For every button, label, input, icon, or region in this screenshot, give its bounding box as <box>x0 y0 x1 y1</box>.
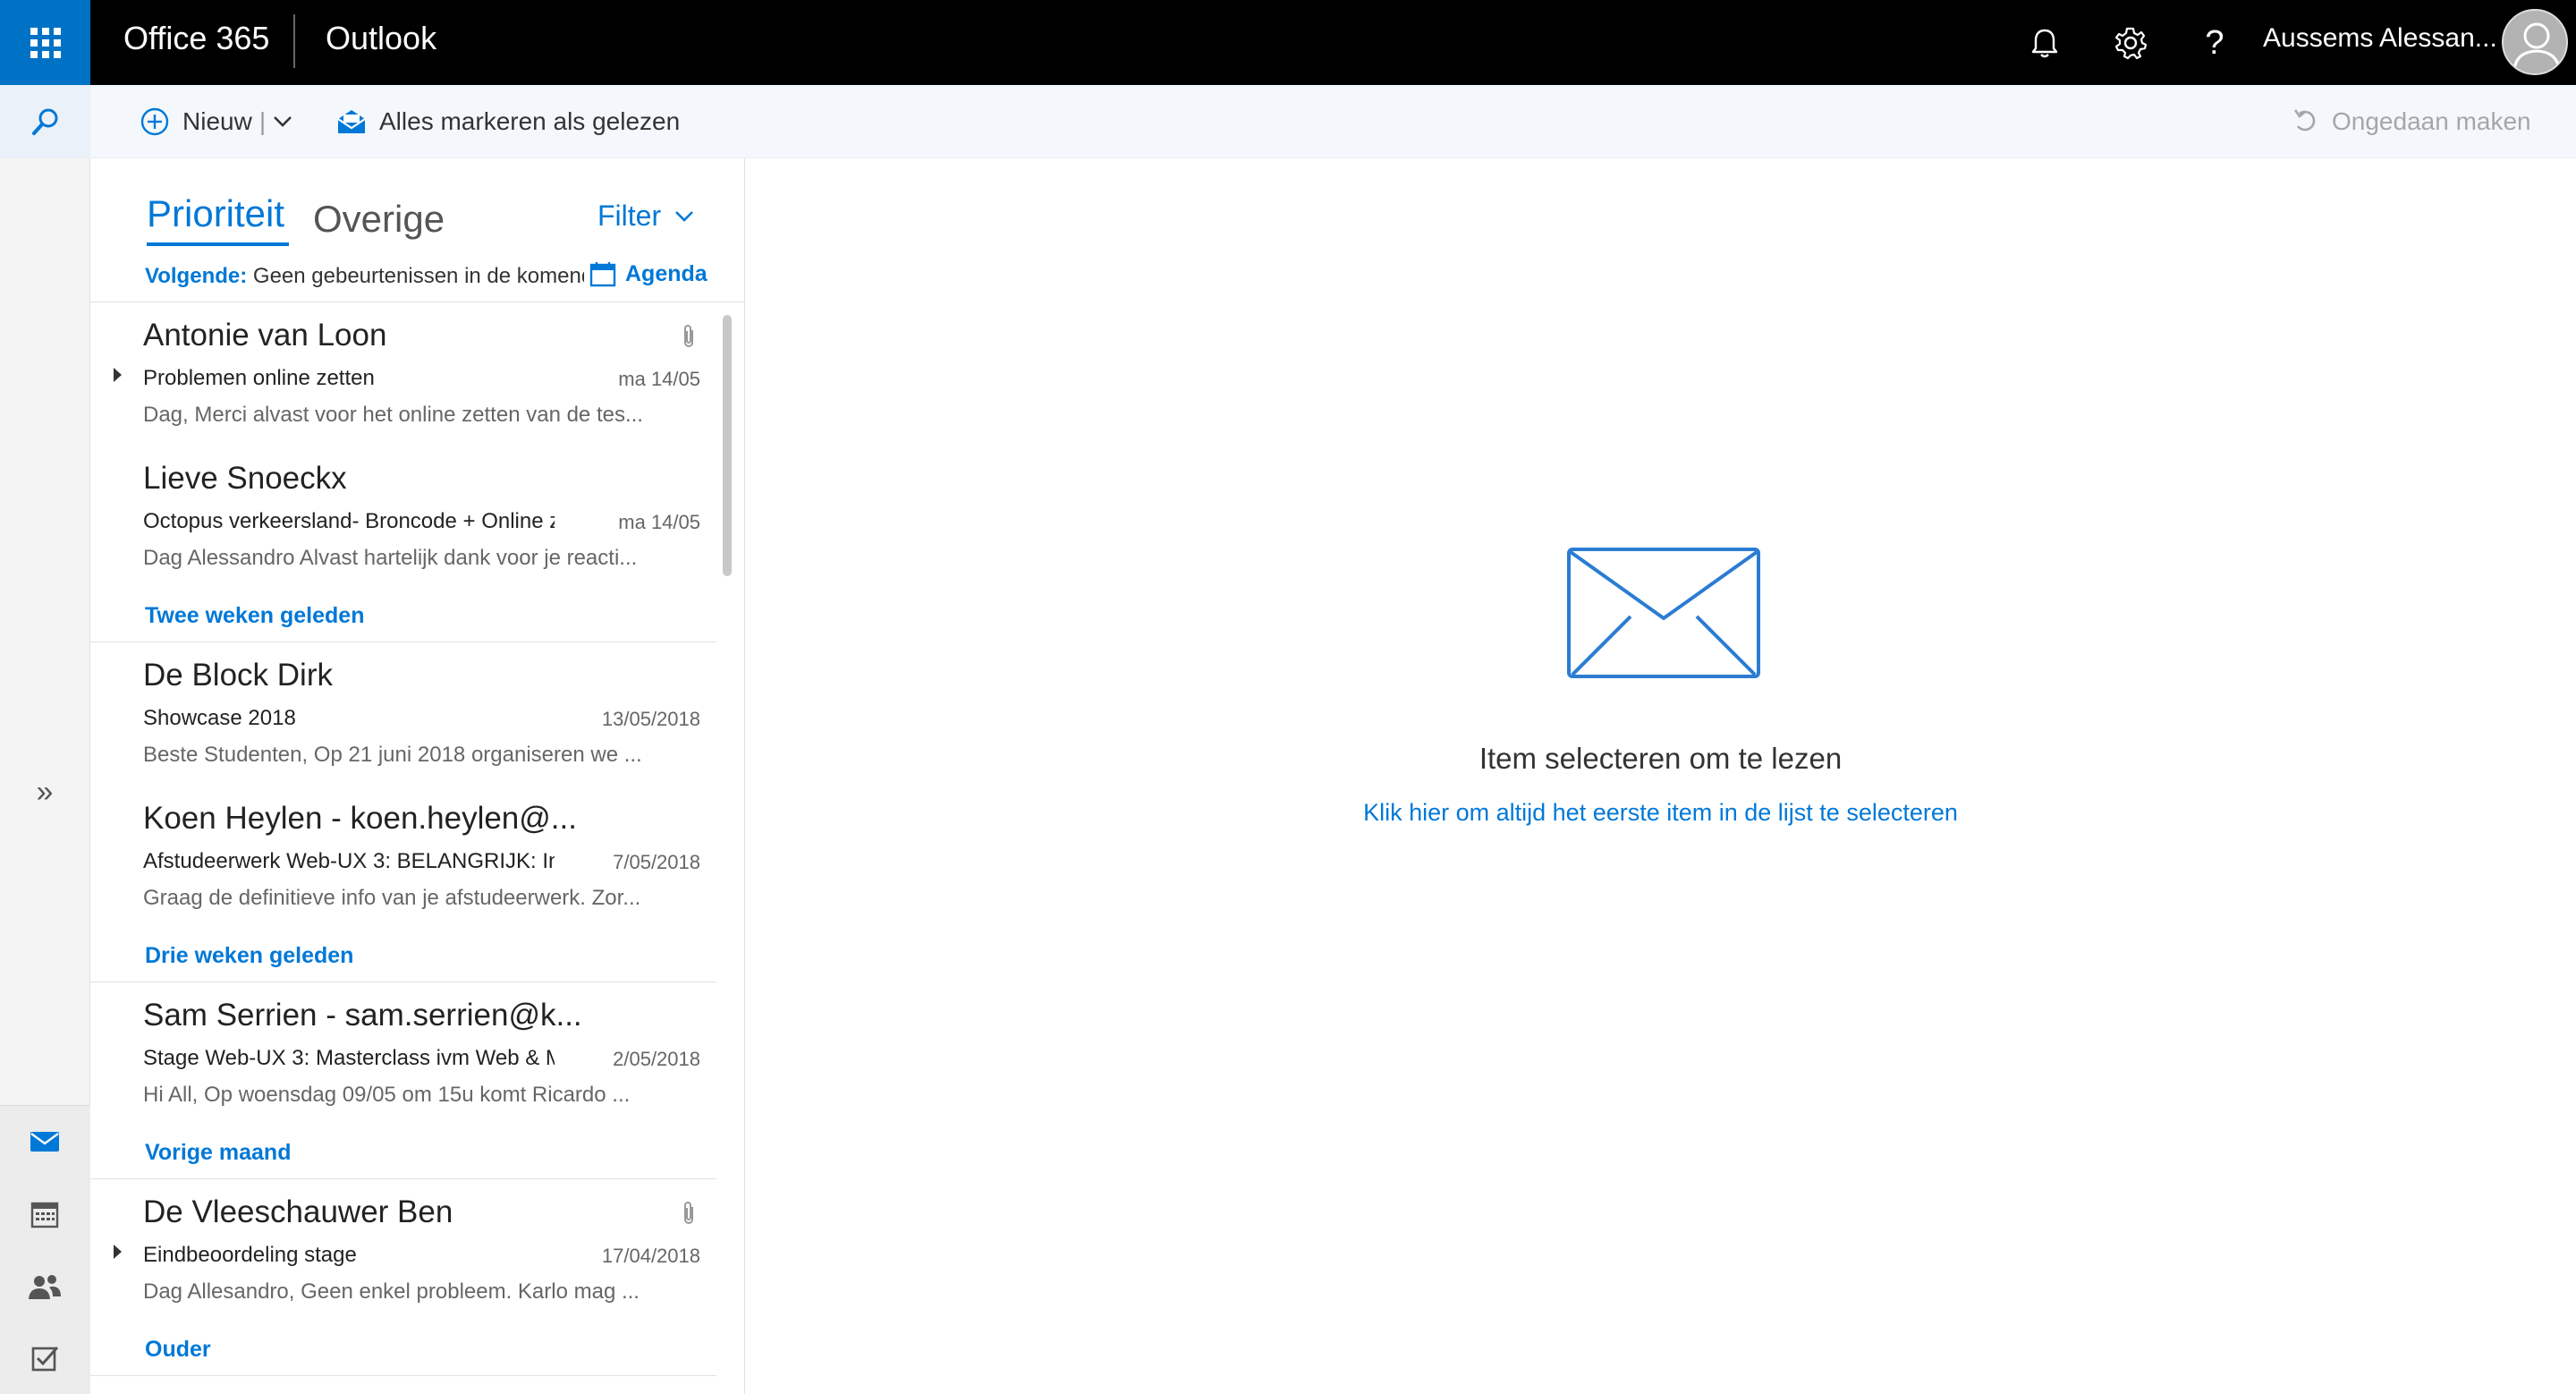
search-button[interactable] <box>0 85 90 158</box>
mail-module-button[interactable] <box>22 1119 67 1164</box>
mail-icon <box>30 1132 59 1152</box>
people-module-button[interactable] <box>22 1264 67 1309</box>
agenda-button[interactable]: Agenda <box>584 260 708 287</box>
chevron-down-icon[interactable] <box>273 115 292 128</box>
new-message-label: Nieuw <box>182 107 252 135</box>
top-bar: Office 365 Outlook ? Aussems Alessan... <box>0 0 2576 85</box>
filter-label: Filter <box>597 200 662 232</box>
calendar-icon <box>30 1202 59 1228</box>
message-sender: De Block Dirk <box>143 658 333 693</box>
message-date: ma 14/05 <box>618 368 700 390</box>
message-item[interactable]: De Block Dirk Showcase 2018 13/05/2018 B… <box>90 643 716 786</box>
message-sender: Lieve Snoeckx <box>143 461 347 496</box>
message-date: 2/05/2018 <box>613 1048 700 1070</box>
message-item[interactable]: De Vleeschauwer Ben Eindbeoordeling stag… <box>90 1180 716 1323</box>
help-button[interactable]: ? <box>2190 18 2240 68</box>
message-preview: Dag Alessandro Alvast hartelijk dank voo… <box>143 546 638 570</box>
tab-other[interactable]: Overige <box>313 198 445 241</box>
new-split-divider: | <box>258 107 267 135</box>
command-bar: Nieuw | Alles markeren als gelezen Onged… <box>90 85 2576 158</box>
tab-active-indicator <box>147 242 289 246</box>
search-icon <box>31 108 57 135</box>
message-subject: Stage Web-UX 3: Masterclass ivm Web & M <box>143 1046 555 1070</box>
group-header[interactable]: Drie weken geleden <box>145 943 353 969</box>
mark-all-read-label: Alles markeren als gelezen <box>379 107 681 135</box>
attachment-icon <box>681 323 697 354</box>
agenda-label: Agenda <box>625 260 708 286</box>
message-item[interactable]: Antonie van Loon Problemen online zetten… <box>90 303 716 446</box>
message-preview: Graag de definitieve info van je afstude… <box>143 886 641 910</box>
message-sender: Koen Heylen - koen.heylen@... <box>143 801 577 836</box>
message-subject: Octopus verkeersland- Broncode + Online … <box>143 509 555 533</box>
message-subject: Afstudeerwerk Web-UX 3: BELANGRIJK: Info <box>143 849 555 873</box>
help-icon: ? <box>2205 23 2224 62</box>
waffle-icon <box>30 27 61 58</box>
message-date: 13/05/2018 <box>601 708 700 730</box>
message-sender: Antonie van Loon <box>143 318 387 353</box>
message-item[interactable]: Sam Serrien - sam.serrien@k... Stage Web… <box>90 983 716 1126</box>
attachment-icon <box>681 1200 697 1231</box>
empty-reading-title: Item selecteren om te lezen <box>1479 742 1843 775</box>
brand-divider <box>293 14 295 68</box>
expand-thread-icon[interactable] <box>114 1245 122 1259</box>
notifications-button[interactable] <box>2020 18 2070 68</box>
mark-all-read-button[interactable]: Alles markeren als gelezen <box>336 85 680 158</box>
reading-pane: Item selecteren om te lezen Klik hier om… <box>745 158 2576 1394</box>
select-first-item-link[interactable]: Klik hier om altijd het eerste item in d… <box>745 799 2576 827</box>
message-date: 17/04/2018 <box>601 1245 700 1267</box>
avatar[interactable] <box>2502 9 2568 75</box>
people-icon <box>29 1275 61 1299</box>
avatar-icon <box>2512 22 2561 71</box>
message-date: ma 14/05 <box>618 511 700 533</box>
open-envelope-icon <box>337 110 366 133</box>
message-item[interactable]: Lieve Snoeckx Octopus verkeersland- Bron… <box>90 446 716 590</box>
user-name[interactable]: Aussems Alessan... <box>2263 23 2497 54</box>
undo-icon <box>2293 109 2316 132</box>
message-preview: Hi All, Op woensdag 09/05 om 15u komt Ri… <box>143 1083 631 1107</box>
message-preview: Beste Studenten, Op 21 juni 2018 organis… <box>143 743 642 767</box>
chevron-down-icon <box>675 210 694 222</box>
message-subject: Problemen online zetten <box>143 366 375 390</box>
brand-name[interactable]: Office 365 <box>123 20 269 57</box>
message-subject: Showcase 2018 <box>143 706 296 730</box>
module-switcher <box>0 1105 90 1394</box>
tab-focused[interactable]: Prioriteit <box>147 192 284 235</box>
upcoming-label: Volgende: <box>145 264 248 288</box>
expand-rail-button[interactable]: » <box>27 774 63 810</box>
message-list-pane: Prioriteit Overige Filter Volgende: Geen… <box>90 158 745 1394</box>
expand-thread-icon[interactable] <box>114 368 122 382</box>
tasks-icon <box>31 1347 59 1372</box>
gear-icon <box>2114 27 2148 60</box>
app-launcher-button[interactable] <box>0 0 90 85</box>
group-header[interactable]: Ouder <box>145 1337 211 1363</box>
message-preview: Dag, Merci alvast voor het online zetten… <box>143 403 643 427</box>
group-divider <box>90 1178 716 1179</box>
new-message-button[interactable]: Nieuw | <box>140 85 292 158</box>
double-chevron-right-icon: » <box>36 774 54 809</box>
envelope-icon <box>1567 548 1760 678</box>
left-rail: » <box>0 85 90 1394</box>
message-sender: De Vleeschauwer Ben <box>143 1194 453 1229</box>
message-date: 7/05/2018 <box>613 851 700 873</box>
upcoming-events: Volgende: Geen gebeurtenissen in de kome… <box>145 264 646 289</box>
group-divider <box>90 1375 716 1376</box>
message-sender: Sam Serrien - sam.serrien@k... <box>143 998 582 1033</box>
group-header[interactable]: Vorige maand <box>145 1140 291 1166</box>
settings-button[interactable] <box>2106 18 2156 68</box>
calendar-module-button[interactable] <box>22 1192 67 1237</box>
message-subject: Eindbeoordeling stage <box>143 1243 357 1267</box>
app-name[interactable]: Outlook <box>326 20 436 57</box>
calendar-icon <box>589 262 616 287</box>
undo-label: Ongedaan maken <box>2332 107 2531 135</box>
bell-icon <box>2031 29 2058 58</box>
select-first-item-label[interactable]: Klik hier om altijd het eerste item in d… <box>1363 799 1958 826</box>
plus-circle-icon <box>140 107 169 136</box>
group-header[interactable]: Twee weken geleden <box>145 603 364 629</box>
message-item[interactable]: Koen Heylen - koen.heylen@... Afstudeerw… <box>90 786 716 930</box>
undo-button[interactable]: Ongedaan maken <box>2292 85 2531 158</box>
tasks-module-button[interactable] <box>22 1336 67 1381</box>
message-preview: Dag Allesandro, Geen enkel probleem. Kar… <box>143 1279 640 1304</box>
list-scrollbar[interactable] <box>723 315 732 576</box>
filter-button[interactable]: Filter <box>597 200 695 233</box>
